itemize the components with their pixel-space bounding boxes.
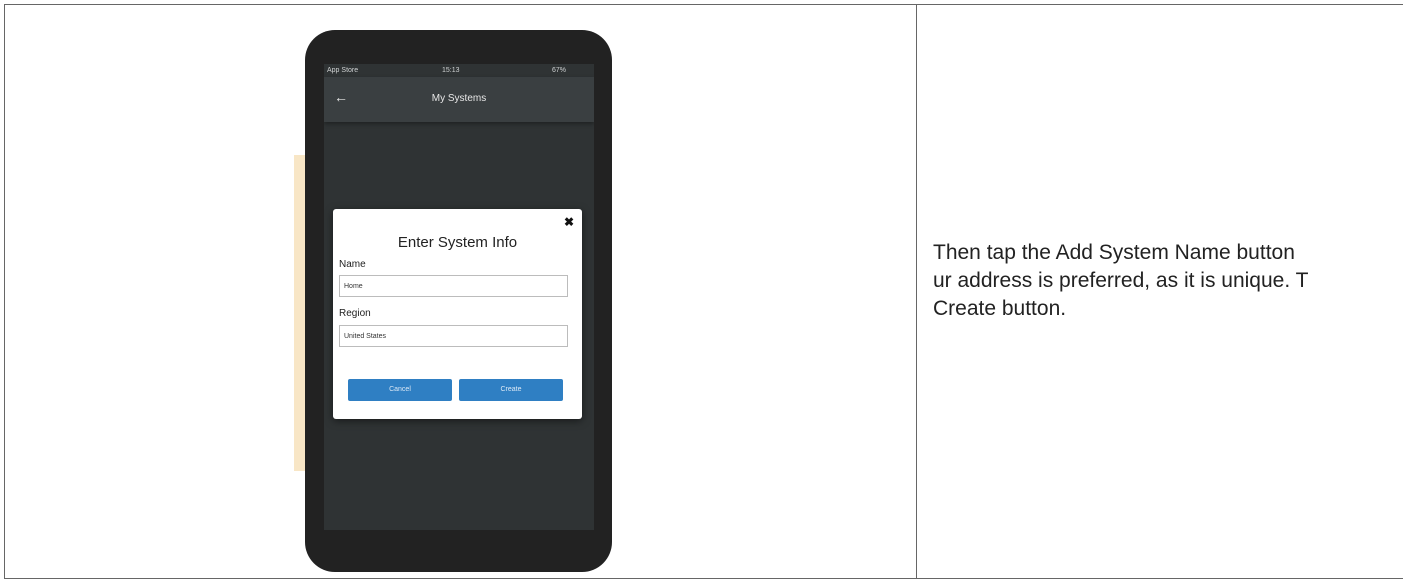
- status-carrier: App Store: [327, 67, 359, 74]
- system-info-dialog: ✖ Enter System Info Name Home Region Uni…: [333, 209, 582, 419]
- close-icon[interactable]: ✖: [564, 215, 574, 229]
- status-time: 15:13: [442, 67, 460, 74]
- instruction-line-2: ur address is preferred, as it is unique…: [933, 269, 1309, 292]
- phone-frame: App Store 15:13 67% ← My Systems ✖ Enter…: [305, 30, 612, 572]
- instruction-line-3: Create button.: [933, 297, 1067, 320]
- cancel-button[interactable]: Cancel: [348, 379, 452, 401]
- name-field[interactable]: Home: [339, 275, 568, 297]
- instruction-line-1: Then tap the Add System Name button: [933, 241, 1295, 264]
- instruction-table: App Store 15:13 67% ← My Systems ✖ Enter…: [4, 4, 1403, 579]
- create-button[interactable]: Create: [459, 379, 563, 401]
- region-label: Region: [339, 308, 371, 319]
- app-bar: ← My Systems: [324, 77, 594, 122]
- page-title: My Systems: [431, 93, 487, 104]
- instruction-cell: Then tap the Add System Name button ur a…: [917, 5, 1403, 578]
- name-label: Name: [339, 259, 366, 270]
- region-field[interactable]: United States: [339, 325, 568, 347]
- phone-screen: App Store 15:13 67% ← My Systems ✖ Enter…: [324, 64, 594, 530]
- dialog-title: Enter System Info: [397, 234, 518, 251]
- instruction-text: Then tap the Add System Name button ur a…: [933, 239, 1403, 323]
- status-battery: 67%: [552, 67, 567, 74]
- status-bar: App Store 15:13 67%: [324, 64, 594, 77]
